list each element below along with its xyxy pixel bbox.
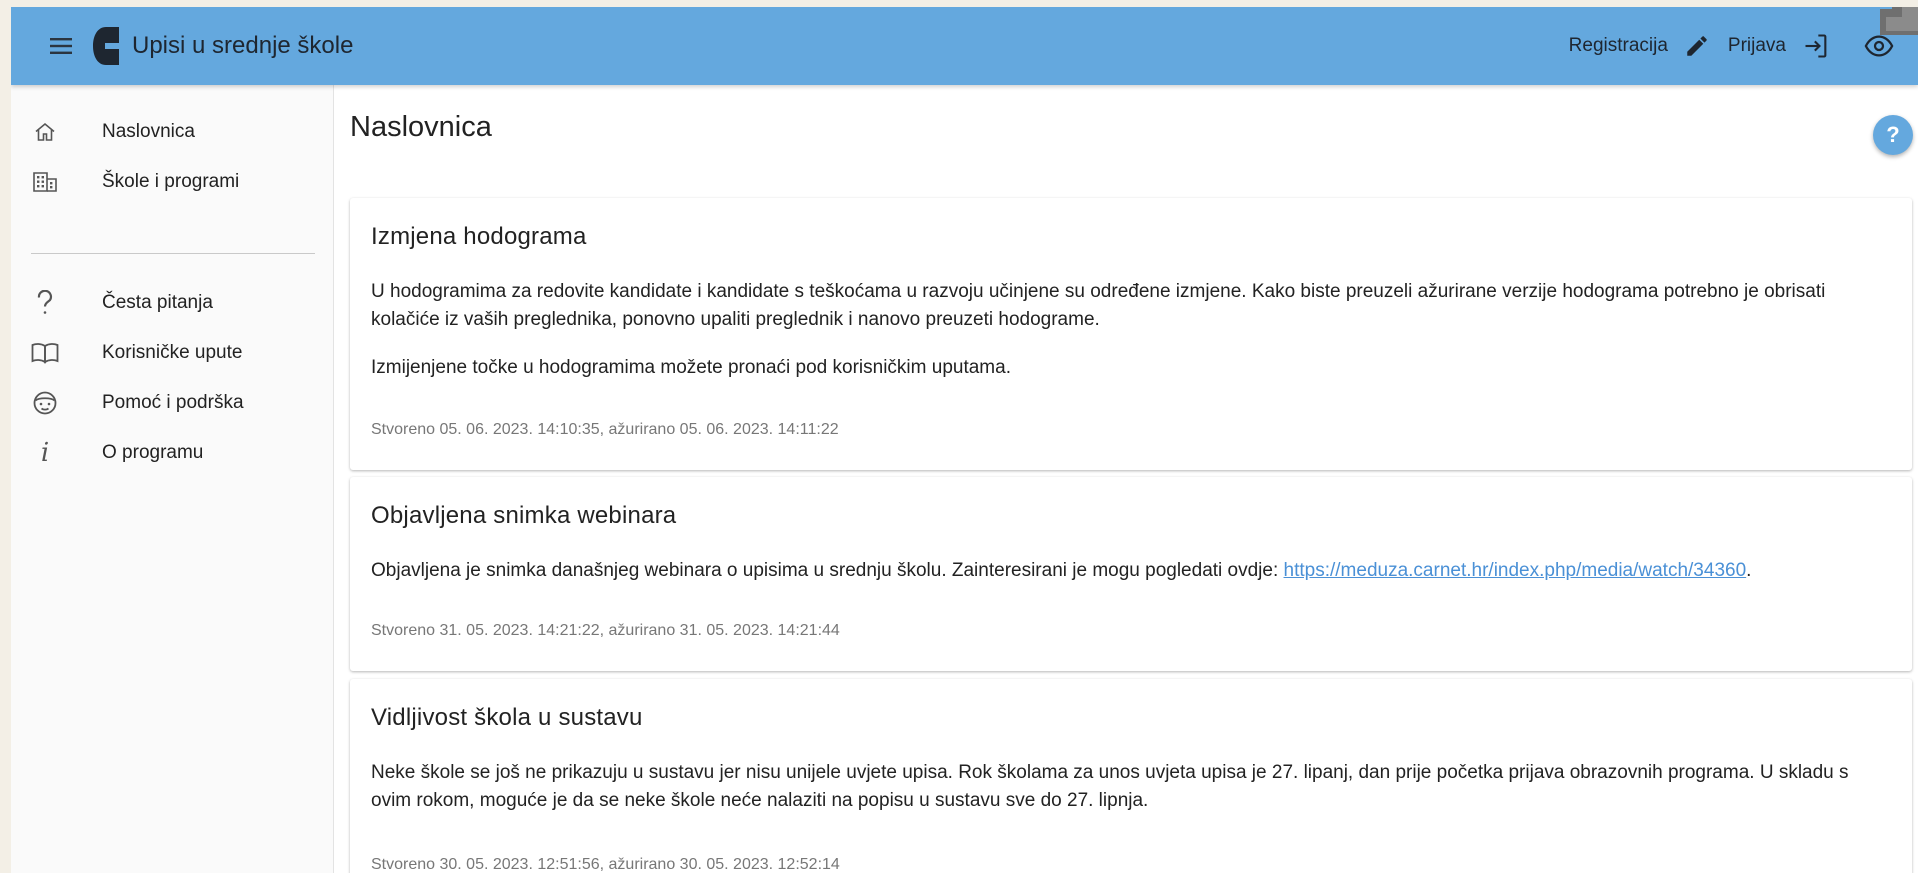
login-label: Prijava	[1727, 35, 1786, 56]
card-timestamp: Stvoreno 30. 05. 2023. 12:51:56, ažurira…	[371, 856, 840, 873]
registration-link[interactable]: Registracija	[1569, 33, 1710, 59]
accessibility-eye-icon[interactable]	[1864, 31, 1894, 61]
card-text: .	[1746, 560, 1752, 581]
card-paragraph: Objavljena je snimka današnjeg webinara …	[371, 557, 1891, 585]
hamburger-menu-icon[interactable]	[45, 30, 77, 62]
question-icon	[31, 289, 59, 317]
top-app-bar: Upisi u srednje škole Registracija Prija…	[11, 7, 1918, 85]
webinar-link[interactable]: https://meduza.carnet.hr/index.php/media…	[1284, 560, 1747, 581]
main-content: Naslovnica ? Izmjena hodograma U hodogra…	[334, 85, 1918, 873]
news-card: Vidljivost škola u sustavu Neke škole se…	[350, 679, 1912, 873]
card-paragraph: U hodogramima za redovite kandidate i ka…	[371, 281, 1826, 330]
sidebar-item-cesta-pitanja[interactable]: Česta pitanja	[11, 278, 333, 328]
card-title: Vidljivost škola u sustavu	[371, 704, 643, 731]
login-icon	[1805, 34, 1827, 58]
card-timestamp: Stvoreno 31. 05. 2023. 14:21:22, ažurira…	[371, 622, 840, 639]
card-paragraph: Neke škole se još ne prikazuju u sustavu…	[371, 762, 1849, 811]
app-logo-icon[interactable]	[91, 25, 121, 67]
news-card: Objavljena snimka webinara Objavljena je…	[350, 477, 1912, 671]
sidebar-item-naslovnica[interactable]: Naslovnica	[11, 107, 333, 157]
sidebar-item-o-programu[interactable]: i O programu	[11, 428, 333, 478]
page-title: Naslovnica	[350, 111, 492, 143]
sidebar-item-label: Česta pitanja	[102, 292, 213, 313]
news-card: Izmjena hodograma U hodogramima za redov…	[350, 198, 1912, 470]
support-face-icon	[31, 389, 59, 417]
info-icon: i	[40, 438, 50, 468]
pencil-icon	[1687, 36, 1707, 56]
app-window: Upisi u srednje škole Registracija Prija…	[11, 7, 1918, 873]
help-button[interactable]: ?	[1873, 115, 1913, 155]
sidebar-item-label: Korisničke upute	[102, 342, 243, 363]
sidebar-item-label: Škole i programi	[102, 171, 240, 192]
sidebar-item-pomoc-i-podrska[interactable]: Pomoć i podrška	[11, 378, 333, 428]
card-title: Izmjena hodograma	[371, 223, 587, 250]
book-icon	[31, 339, 59, 367]
card-body: Objavljena je snimka današnjeg webinara …	[371, 557, 1891, 585]
card-title: Objavljena snimka webinara	[371, 502, 677, 529]
sidebar: Naslovnica Škole i programi Česta pitanj…	[11, 85, 334, 873]
building-icon	[31, 168, 59, 196]
sidebar-item-label: Naslovnica	[102, 121, 195, 142]
corner-arrow-icon	[1860, 7, 1918, 35]
sidebar-item-korisnicke-upute[interactable]: Korisničke upute	[11, 328, 333, 378]
card-body: U hodogramima za redovite kandidate i ka…	[371, 278, 1891, 382]
card-paragraph: Izmijenjene točke u hodogramima možete p…	[371, 357, 1011, 378]
sidebar-item-label: O programu	[102, 442, 204, 463]
sidebar-divider	[31, 253, 315, 254]
card-timestamp: Stvoreno 05. 06. 2023. 14:10:35, ažurira…	[371, 421, 839, 438]
app-title[interactable]: Upisi u srednje škole	[132, 31, 353, 61]
sidebar-item-label: Pomoć i podrška	[102, 392, 244, 413]
registration-label: Registracija	[1568, 35, 1668, 56]
sidebar-item-skole-i-programi[interactable]: Škole i programi	[11, 157, 333, 207]
card-text: Objavljena je snimka današnjeg webinara …	[371, 560, 1284, 581]
card-body: Neke škole se još ne prikazuju u sustavu…	[371, 759, 1891, 815]
login-link[interactable]: Prijava	[1728, 32, 1830, 60]
home-icon	[31, 118, 59, 146]
